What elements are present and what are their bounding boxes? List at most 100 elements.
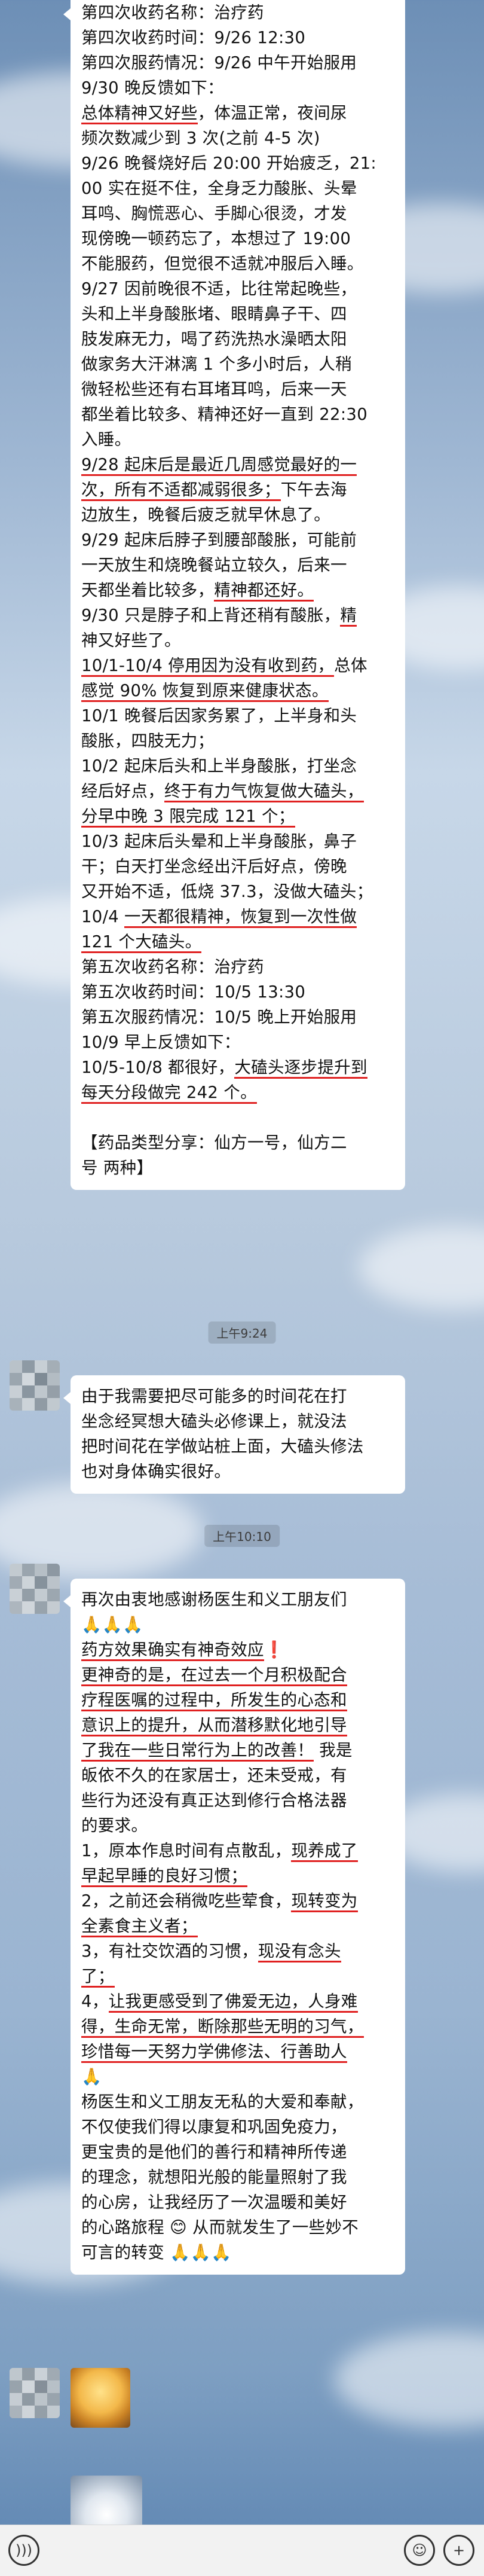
message-bubble-3[interactable]: 再次由衷地感谢杨医生和义工朋友们 🙏🙏🙏 药方效果确实有神奇效应❗ 更神奇的是，在过去… <box>63 1579 405 2275</box>
message-line: 再次由衷地感谢杨医生和义工朋友们 <box>81 1590 347 1609</box>
message-line: 9/26 晚餐烧好后 20:00 开始疲乏，21: <box>81 154 376 173</box>
voice-icon[interactable]: ))) <box>8 2535 39 2566</box>
text-span: 得，生命无常，断除那些无明的习气， <box>81 2017 364 2038</box>
message-line: 3，有社交饮酒的习惯，现没有念头 <box>81 1939 394 1964</box>
message-line: 10/9 早上反馈如下： <box>81 1033 241 1052</box>
text-span: 经后好点， <box>81 782 164 801</box>
message-line: 肢发麻无力，喝了药洗热水澡晒太阳 <box>81 329 347 349</box>
message-line: 早起早睡的良好习惯； <box>81 1863 394 1888</box>
message-line: 一天放生和烧晚餐站立较久，后来一 <box>81 556 347 575</box>
message-line: 9/27 因前晚很不适，比往常起晚些， <box>81 279 357 298</box>
message-line: 现傍晚一顿药忘了，本想过了 19:00 <box>81 229 351 248</box>
message-line: 疗程医嘱的过程中，所发生的心态和 <box>81 1687 394 1713</box>
message-line: 微轻松些还有右耳堵耳鸣，后来一天 <box>81 380 347 399</box>
message-line: 全素食主义者； <box>81 1913 394 1939</box>
message-line: 第五次收药名称：治疗药 <box>81 957 264 976</box>
text-span: 天都坐着比较多， <box>81 581 215 600</box>
message-line: 意识上的提升，从而潜移默化地引导 <box>81 1713 394 1738</box>
text-span: 10/5-10/8 都很好， <box>81 1058 235 1077</box>
message-line: 的理念，就想阳光般的能量照射了我 <box>81 2168 347 2187</box>
text-span: 3，有社交饮酒的习惯， <box>81 1942 258 1961</box>
message-line: 干；白天打坐念经出汗后好点，傍晚 <box>81 857 347 876</box>
message-line: 总体精神又好些，体温正常，夜间尿 <box>81 100 394 126</box>
message-line: 第五次收药时间：10/5 13:30 <box>81 982 306 1002</box>
message-line: 边放生，晚餐后疲乏就早休息了。 <box>81 505 330 524</box>
text-span: 每天分段做完 242 个。 <box>81 1083 257 1104</box>
message-line: 都坐着比较多、精神还好一直到 22:30 <box>81 405 367 424</box>
text-span: 一天都很精神，恢复到一次性做 <box>124 907 357 928</box>
message-line: 做家务大汗淋漓 1 个多小时后，人稍 <box>81 355 352 374</box>
message-line: 头和上半身酸胀堵、眼睛鼻子干、四 <box>81 304 347 323</box>
text-span: 次，所有不适都减弱很多； <box>81 480 281 501</box>
message-line: 药方效果确实有神奇效应❗ <box>81 1637 394 1662</box>
text-span: 早起早睡的良好习惯； <box>81 1866 247 1887</box>
message-line: 【药品类型分享：仙方一号，仙方二 <box>81 1133 347 1152</box>
message-line: 耳鸣、胸慌恶心、手脚心很烫，才发 <box>81 204 347 223</box>
message-line: 的心路旅程 😊 从而就发生了一些妙不 <box>81 2218 359 2237</box>
text-span: 药方效果确实有神奇效应 <box>81 1640 264 1661</box>
text-span: 总体精神又好些 <box>81 103 198 124</box>
text-span: 了我在一些日常行为上的改善！ <box>81 1741 314 1762</box>
text-span: 全素食主义者； <box>81 1916 198 1937</box>
message-line: 把时间花在学做站桩上面，大磕头修法 <box>81 1437 364 1456</box>
avatar[interactable] <box>10 1360 60 1411</box>
message-line: 10/4 一天都很精神，恢复到一次性做 <box>81 904 394 929</box>
message-line: 2，之前还会稍微吃些荤食，现转变为 <box>81 1888 394 1913</box>
text-span: 了； <box>81 1967 115 1988</box>
text-span: 神又好些了。 <box>81 631 181 650</box>
text-span: ，体温正常，夜间尿 <box>197 103 347 123</box>
text-span: 大磕头逐步提升到 <box>234 1058 367 1079</box>
text-span: 2，之前还会稍微吃些荤食， <box>81 1891 292 1910</box>
message-line: 了； <box>81 1964 394 1989</box>
message-line: 第五次服药情况：10/5 晚上开始服用 <box>81 1008 357 1027</box>
text-span: 分早中晚 3 限完成 121 个； <box>81 807 295 828</box>
text-span: 让我更感受到了佛爱无边，人身难 <box>108 1992 358 2013</box>
message-line: 的心房，让我经历了一次温暖和美好 <box>81 2193 347 2212</box>
message-line: 第四次服药情况：9/26 中午开始服用 <box>81 53 357 72</box>
text-span: 精 <box>340 606 357 627</box>
input-bar: ))) ☺ + <box>0 2525 484 2576</box>
text-span: ❗ <box>264 1640 285 1659</box>
avatar[interactable] <box>10 1564 60 1614</box>
text-span: 我是 <box>314 1741 353 1760</box>
text-span: 10/4 <box>81 907 124 926</box>
message-bubble-1[interactable]: 第四次收药名称：治疗药第四次收药时间：9/26 12:30 第四次服药情况：9/2… <box>63 0 405 1190</box>
message-line: 10/3 起床后头晕和上半身酸胀，鼻子 <box>81 832 357 851</box>
message-line: 🙏 <box>81 2067 102 2086</box>
message-line: 10/5-10/8 都很好，大磕头逐步提升到 <box>81 1055 394 1080</box>
text-span: 10/1-10/4 停用因为没有收到药， <box>81 656 335 677</box>
text-span: 下午去海 <box>280 480 347 499</box>
timestamp-1: 上午9:24 <box>208 1321 276 1344</box>
message-line: 9/30 只是脖子和上背还稍有酸胀，精 <box>81 603 394 628</box>
message-bubble-2[interactable]: 由于我需要把尽可能多的时间花在打 坐念经冥想大磕头必修课上，就没法 把时间花在学做站… <box>63 1375 405 1494</box>
message-line: 121 个大磕头。 <box>81 929 394 954</box>
message-line: 也对身体确实很好。 <box>81 1462 231 1481</box>
message-line: 第四次收药时间：9/26 12:30 <box>81 28 306 47</box>
message-line: 可言的转变 🙏🙏🙏 <box>81 2243 232 2262</box>
text-span: 9/28 起床后是最近几周感觉最好的一 <box>81 455 357 476</box>
message-line: 更宝贵的是他们的善行和精神所传递 <box>81 2142 347 2162</box>
message-line: 频次数减少到 3 次(之前 4-5 次) <box>81 129 320 148</box>
text-span: 精神都还好。 <box>214 581 314 602</box>
image-thumbnail[interactable] <box>71 2476 142 2525</box>
text-span: 更神奇的是，在过去一个月积极配合 <box>81 1665 347 1686</box>
message-line: 得，生命无常，断除那些无明的习气， <box>81 2014 394 2039</box>
message-line: 珍惜每一天努力学佛修法、行善助人 <box>81 2039 394 2064</box>
avatar[interactable] <box>10 2368 60 2418</box>
message-line: 🙏🙏🙏 <box>81 1615 143 1634</box>
text-span: 感觉 90% 恢复到原来健康状态。 <box>81 681 329 702</box>
message-line <box>81 1105 394 1130</box>
message-line: 更神奇的是，在过去一个月积极配合 <box>81 1662 394 1687</box>
message-line: 10/2 起床后头和上半身酸胀，打坐念 <box>81 756 357 776</box>
plus-icon[interactable]: + <box>443 2535 474 2566</box>
sticker-image[interactable] <box>71 2368 130 2428</box>
message-line: 的要求。 <box>81 1816 148 1835</box>
text-span: 1，原本作息时间有点散乱， <box>81 1841 292 1860</box>
text-span: 意识上的提升，从而潜移默化地引导 <box>81 1716 347 1736</box>
emoji-icon[interactable]: ☺ <box>404 2535 435 2566</box>
message-line: 第四次收药名称：治疗药 <box>81 3 264 22</box>
message-line: 杨医生和义工朋友无私的大爱和奉献， <box>81 2092 364 2111</box>
message-line: 9/30 晚反馈如下： <box>81 78 224 97</box>
message-line: 10/1 晚餐后因家务累了，上半身和头 <box>81 706 357 725</box>
timestamp-2: 上午10:10 <box>204 1525 280 1547</box>
